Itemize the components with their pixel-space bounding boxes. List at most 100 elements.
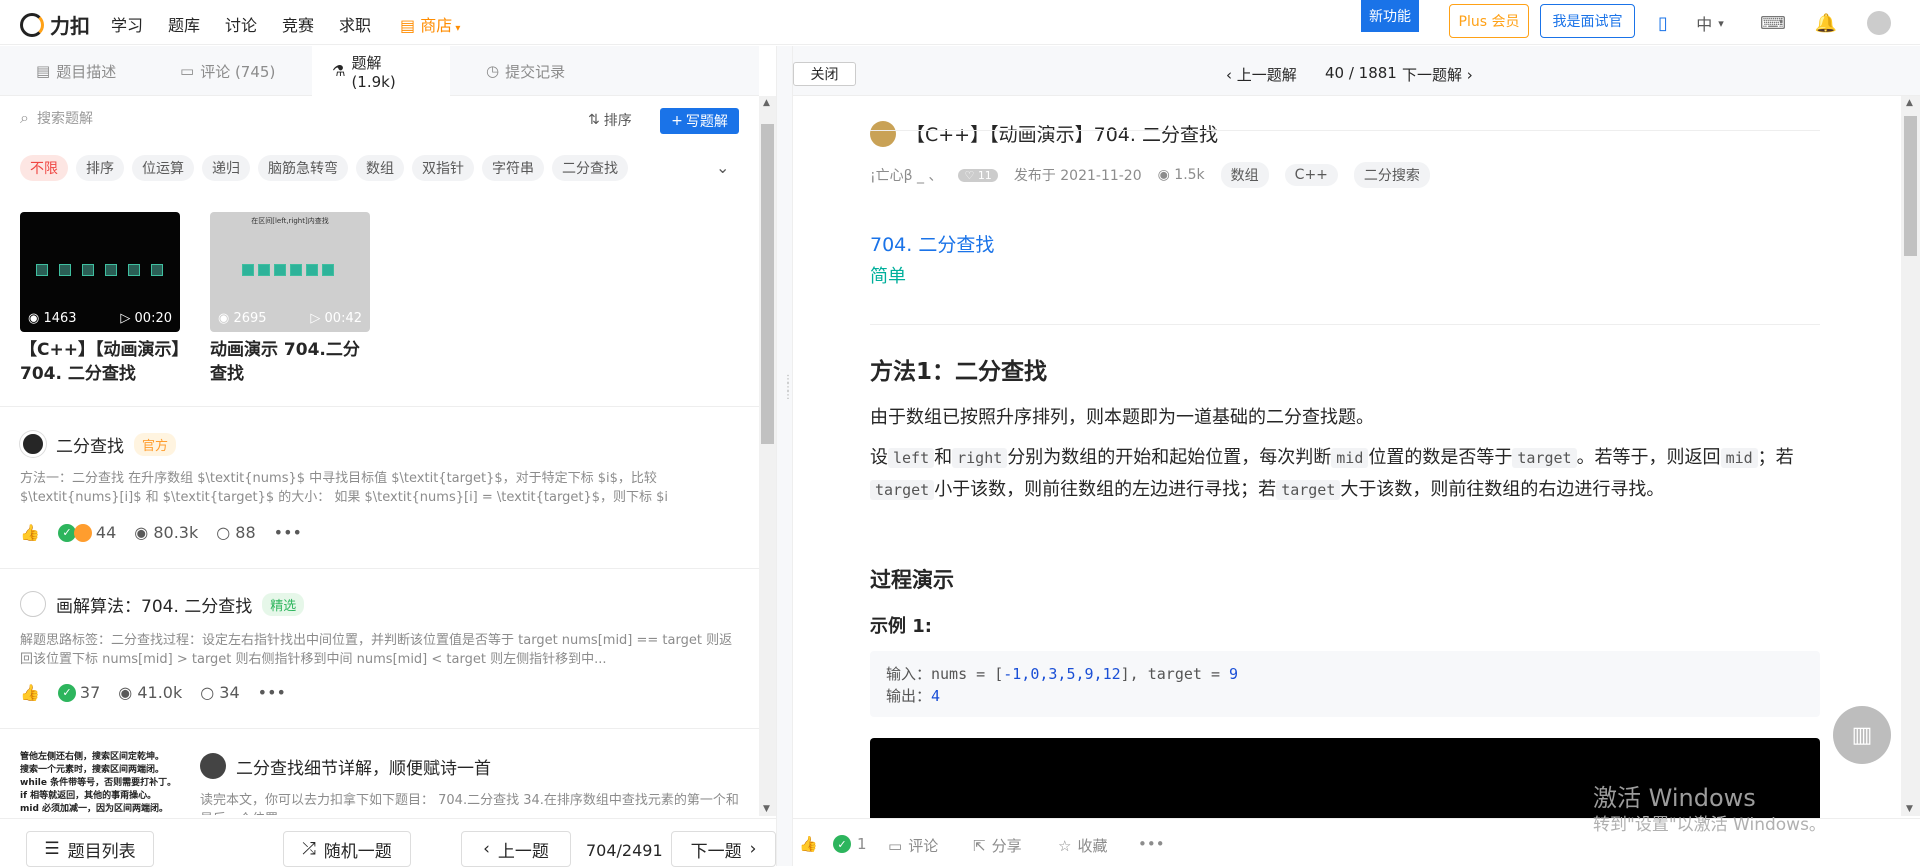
playground-icon[interactable]: ⌨ bbox=[1760, 10, 1786, 36]
comment-icon: ○ bbox=[216, 523, 236, 542]
author-name[interactable]: ¡亡心β _ 、 bbox=[870, 165, 942, 185]
star-icon: ☆ bbox=[1058, 836, 1072, 855]
thumbs-up-icon[interactable]: 👍 bbox=[799, 835, 818, 853]
article-tag[interactable]: C++ bbox=[1284, 164, 1338, 186]
solution-item[interactable]: 二分查找 官方 方法一：二分查找 在升序数组 $\textit{nums}$ 中… bbox=[0, 406, 759, 568]
nav-contest[interactable]: 竞赛 bbox=[282, 12, 314, 36]
favorite-button[interactable]: ☆ 收藏 bbox=[1058, 835, 1107, 856]
tag-binary-search[interactable]: 二分查找 bbox=[552, 155, 628, 181]
left-scrollbar[interactable]: ▲ ▼ bbox=[759, 96, 776, 816]
tab-description[interactable]: ▤ 题目描述 bbox=[16, 46, 136, 96]
bell-icon[interactable]: 🔔 bbox=[1813, 10, 1839, 36]
chevron-down-icon: ▾ bbox=[452, 23, 461, 34]
share-button[interactable]: ⇱ 分享 bbox=[973, 835, 1022, 856]
more-icon[interactable]: ••• bbox=[1138, 835, 1165, 853]
tab-solutions[interactable]: ⚗ 题解 (1.9k) bbox=[312, 46, 450, 96]
tab-submissions[interactable]: ◷ 提交记录 bbox=[466, 46, 585, 96]
write-label: 写题解 bbox=[685, 114, 728, 130]
article-tag[interactable]: 二分搜索 bbox=[1353, 162, 1430, 188]
right-scrollbar[interactable]: ▲ ▼ bbox=[1901, 96, 1920, 816]
interviewer-button[interactable]: 我是面试官 bbox=[1540, 4, 1635, 38]
search-input[interactable]: ⌕ 搜索题解 bbox=[20, 108, 93, 128]
mobile-icon[interactable]: ▯ bbox=[1650, 10, 1676, 36]
solution-article: 【C++】【动画演示】704. 二分查找 ¡亡心β _ 、 ♡ 11 发布于 2… bbox=[793, 96, 1901, 818]
scroll-down-icon[interactable]: ▼ bbox=[763, 804, 770, 814]
eye-icon: ◉ bbox=[134, 523, 154, 542]
section-heading: 过程演示 bbox=[870, 568, 954, 592]
tag-recursion[interactable]: 递归 bbox=[202, 155, 250, 181]
more-icon[interactable]: ••• bbox=[274, 523, 302, 542]
difficulty-label: 简单 bbox=[870, 266, 906, 287]
tag-brainteaser[interactable]: 脑筋急转弯 bbox=[258, 155, 348, 181]
tag-array[interactable]: 数组 bbox=[356, 155, 404, 181]
code-line: 输入：nums = [-1,0,3,5,9,12], target = 9 bbox=[886, 663, 1804, 685]
likes: 44 bbox=[95, 523, 117, 542]
video-card[interactable]: ◉ 1463 ▷ 00:20 【C++】【动画演示】704. 二分查找 bbox=[20, 212, 180, 386]
nav-discuss[interactable]: 讨论 bbox=[225, 12, 257, 36]
scroll-thumb[interactable] bbox=[1904, 116, 1917, 256]
problem-link[interactable]: 704. 二分查找 bbox=[870, 230, 994, 257]
random-problem-button[interactable]: ⤮ 随机一题 bbox=[283, 831, 411, 867]
video-views: ◉ 1463 bbox=[28, 311, 77, 326]
tag-all[interactable]: 不限 bbox=[20, 155, 68, 181]
badge-count: 11 bbox=[977, 168, 992, 182]
tag-bit[interactable]: 位运算 bbox=[132, 155, 194, 181]
chevron-down-icon[interactable]: ⌄ bbox=[716, 158, 729, 177]
random-label: 随机一题 bbox=[323, 841, 392, 862]
prev-problem-button[interactable]: ‹ 上一题 bbox=[461, 831, 571, 867]
comments: 88 bbox=[235, 523, 256, 542]
plus-icon: + bbox=[671, 113, 683, 129]
thumbs-up-icon[interactable]: 👍 bbox=[20, 683, 40, 702]
video-card[interactable]: 在区间[left,right]内查找 ◉ 2695 ▷ 00:42 动画演示 70… bbox=[210, 212, 370, 386]
plus-member-button[interactable]: Plus 会员 bbox=[1449, 4, 1529, 38]
next-solution-button[interactable]: 下一题解 › bbox=[1402, 64, 1473, 85]
prev-solution-button[interactable]: ‹ 上一题解 bbox=[1226, 64, 1297, 85]
language-selector[interactable]: 中 ▾ bbox=[1686, 10, 1734, 36]
solution-excerpt: 解题思路标签：二分查找过程：设定左右指针找出中间位置，并判断该位置值是否等于 t… bbox=[20, 633, 733, 667]
scroll-thumb[interactable] bbox=[761, 124, 774, 444]
publish-date: 发布于 2021-11-20 bbox=[1013, 168, 1142, 184]
tag-two-pointers[interactable]: 双指针 bbox=[412, 155, 474, 181]
next-problem-button[interactable]: 下一题 › bbox=[671, 831, 776, 867]
problem-navigation-bar: ☰ 题目列表 ⤮ 随机一题 ‹ 上一题 704/2491 下一题 › bbox=[0, 818, 780, 867]
tag-string[interactable]: 字符串 bbox=[482, 155, 544, 181]
comment-icon: ○ bbox=[200, 683, 220, 702]
leetcode-logo[interactable]: 力扣 bbox=[20, 10, 90, 39]
notebook-icon[interactable]: ▥ bbox=[1833, 706, 1891, 764]
thumbs-up-icon[interactable]: 👍 bbox=[20, 523, 40, 542]
inline-code: mid bbox=[1331, 448, 1369, 468]
list-icon: ☰ bbox=[44, 839, 60, 859]
comment-button[interactable]: ▭ 评论 bbox=[888, 835, 938, 856]
tab-comments[interactable]: ▭ 评论 (745) bbox=[160, 46, 295, 96]
scroll-up-icon[interactable]: ▲ bbox=[763, 98, 770, 108]
new-feature-badge[interactable]: 新功能 bbox=[1361, 0, 1419, 32]
avatar[interactable] bbox=[1866, 10, 1892, 36]
logo-icon bbox=[20, 12, 44, 37]
top-navbar: 力扣 学习 题库 讨论 竞赛 求职 ▤ 商店 ▾ 新功能 Plus 会员 我是面… bbox=[0, 0, 1920, 45]
nav-study[interactable]: 学习 bbox=[111, 12, 143, 36]
avatar bbox=[20, 591, 46, 617]
scroll-up-icon[interactable]: ▲ bbox=[1906, 98, 1913, 108]
view-count: 1463 bbox=[43, 311, 77, 326]
solution-item[interactable]: 管他左侧还右侧，搜索区间定乾坤。 搜索一个元素时，搜索区间两端闭。 while … bbox=[0, 728, 759, 818]
more-icon[interactable]: ••• bbox=[258, 683, 286, 702]
next-solution-label: 下一题解 bbox=[1402, 66, 1463, 84]
scroll-down-icon[interactable]: ▼ bbox=[1906, 804, 1913, 814]
write-solution-button[interactable]: + 写题解 bbox=[660, 108, 739, 134]
author-avatar[interactable] bbox=[870, 120, 896, 147]
views: 80.3k bbox=[153, 523, 199, 542]
drag-handle-icon[interactable]: ⋮ ⋮ ⋮ bbox=[783, 375, 793, 401]
code-number: -1,0,3,5,9,12 bbox=[1003, 665, 1121, 683]
nav-jobs[interactable]: 求职 bbox=[339, 12, 371, 36]
nav-problems[interactable]: 题库 bbox=[168, 12, 200, 36]
problem-list-button[interactable]: ☰ 题目列表 bbox=[26, 831, 154, 867]
featured-badge: 精选 bbox=[262, 592, 305, 616]
panel-resize-handle[interactable]: ⋮ ⋮ ⋮ bbox=[776, 46, 793, 866]
sort-button[interactable]: ⇅ 排序 bbox=[588, 110, 632, 130]
solution-item[interactable]: 画解算法：704. 二分查找 精选 解题思路标签：二分查找过程：设定左右指针找出… bbox=[0, 568, 759, 728]
close-button[interactable]: 关闭 bbox=[793, 62, 856, 86]
comment-icon: ▭ bbox=[888, 836, 903, 855]
article-tag[interactable]: 数组 bbox=[1220, 162, 1269, 188]
tag-sort[interactable]: 排序 bbox=[76, 155, 124, 181]
nav-shop[interactable]: ▤ 商店 ▾ bbox=[400, 12, 460, 36]
